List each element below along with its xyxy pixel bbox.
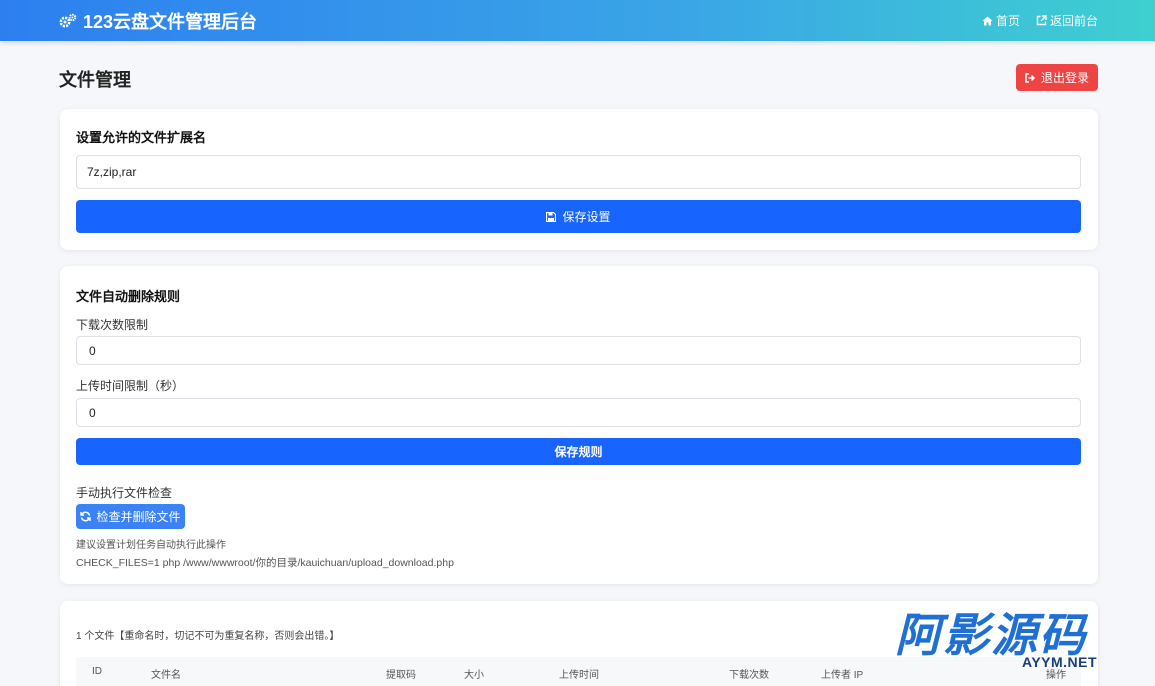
save-rules-label: 保存规则 (554, 445, 603, 459)
logout-label: 退出登录 (1040, 71, 1089, 85)
col-upload-time: 上传时间 (559, 670, 599, 681)
col-uploader-ip: 上传者 IP (821, 670, 864, 681)
col-actions: 操作 (1046, 670, 1066, 681)
nav-home-label: 首页 (995, 14, 1020, 28)
cron-command: CHECK_FILES=1 php /www/wwwroot/你的目录/kaui… (76, 557, 454, 569)
files-summary: 1 个文件【重命名时，切记不可为重复名称，否则会出错。】 (76, 631, 340, 642)
extensions-card: 设置允许的文件扩展名 7z,zip,rar 保存设置 (60, 109, 1098, 250)
download-limit-value: 0 (89, 343, 96, 358)
extensions-title: 设置允许的文件扩展名 (76, 130, 207, 145)
brand[interactable]: 123云盘文件管理后台 (59, 8, 257, 34)
nav-links: 首页 返回前台 (982, 12, 1098, 29)
manual-check-label: 手动执行文件检查 (76, 486, 173, 500)
top-navbar: 123云盘文件管理后台 首页 返回前台 (0, 0, 1155, 41)
col-filename: 文件名 (151, 670, 181, 681)
time-limit-value: 0 (89, 405, 96, 420)
check-delete-button[interactable]: 检查并删除文件 (76, 504, 185, 529)
time-limit-input[interactable]: 0 (76, 398, 1081, 427)
extensions-input[interactable]: 7z,zip,rar (76, 155, 1081, 189)
save-icon (546, 211, 557, 222)
files-card: 1 个文件【重命名时，切记不可为重复名称，否则会出错。】 ID 文件名 提取码 … (60, 601, 1098, 686)
rules-title: 文件自动删除规则 (76, 289, 181, 304)
col-id: ID (92, 666, 102, 677)
col-code: 提取码 (386, 670, 416, 681)
brand-title: 123云盘文件管理后台 (83, 11, 258, 32)
nav-back-link[interactable]: 返回前台 (1036, 12, 1098, 29)
col-downloads: 下载次数 (729, 670, 769, 681)
cron-hint: 建议设置计划任务自动执行此操作 (76, 540, 226, 551)
nav-back-label: 返回前台 (1049, 14, 1098, 28)
save-settings-button[interactable]: 保存设置 (76, 200, 1081, 233)
nav-home-link[interactable]: 首页 (982, 12, 1020, 29)
save-settings-label: 保存设置 (562, 210, 611, 224)
external-link-icon (1036, 15, 1047, 26)
home-icon (982, 16, 993, 25)
download-limit-input[interactable]: 0 (76, 336, 1081, 365)
check-delete-label: 检查并删除文件 (96, 510, 181, 524)
gears-icon (59, 13, 77, 27)
save-rules-button[interactable]: 保存规则 (76, 438, 1081, 465)
refresh-icon (80, 511, 92, 522)
time-limit-label: 上传时间限制（秒） (76, 379, 185, 393)
files-table-header: ID 文件名 提取码 大小 上传时间 下载次数 上传者 IP 操作 (76, 657, 1081, 686)
col-size: 大小 (464, 670, 484, 681)
sign-out-icon (1025, 72, 1036, 83)
page-title: 文件管理 (59, 70, 131, 90)
download-limit-label: 下载次数限制 (76, 318, 149, 332)
rules-card: 文件自动删除规则 下载次数限制 0 上传时间限制（秒） 0 保存规则 手动执行文… (60, 266, 1098, 584)
extensions-input-value: 7z,zip,rar (87, 165, 137, 179)
logout-button[interactable]: 退出登录 (1016, 64, 1098, 91)
